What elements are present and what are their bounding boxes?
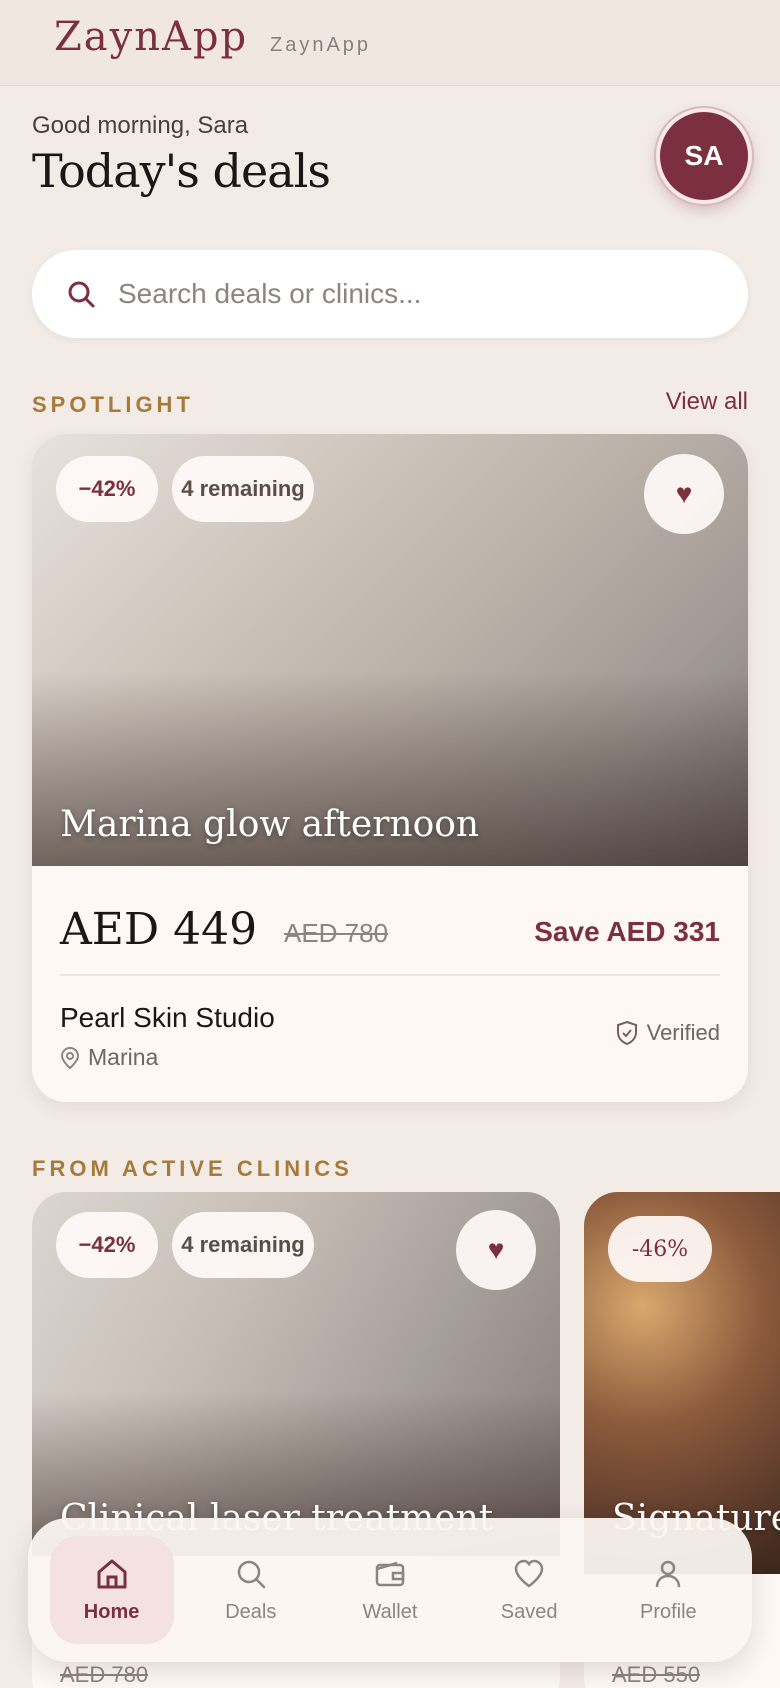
- shield-check-icon: [616, 1020, 637, 1046]
- remaining-badge: 4 remaining: [172, 456, 314, 522]
- active-clinics-label: FROM ACTIVE CLINICS: [32, 1156, 353, 1181]
- nav-label: Wallet: [362, 1600, 418, 1623]
- nav-label: Deals: [225, 1600, 277, 1623]
- bottom-navigation: Home Deals Wallet Saved Profile: [28, 1518, 752, 1662]
- avatar[interactable]: SA: [656, 108, 752, 204]
- verified-badge: Verified: [615, 1020, 720, 1046]
- heart-icon: ♥: [487, 1234, 505, 1265]
- nav-home[interactable]: Home: [49, 1536, 174, 1644]
- search-bar[interactable]: [32, 250, 748, 338]
- discount-badge: −42%: [56, 456, 158, 522]
- spotlight-label: SPOTLIGHT: [32, 392, 194, 417]
- spotlight-deal-card[interactable]: −42% 4 remaining ♥ Marina glow afternoon…: [32, 434, 748, 1102]
- nav-deals[interactable]: Deals: [189, 1536, 313, 1644]
- user-icon: [656, 1560, 681, 1587]
- brand-subtitle: ZaynApp: [270, 34, 372, 56]
- greeting-text: Good morning, Sara: [32, 112, 249, 139]
- nav-label: Home: [83, 1600, 140, 1623]
- page-title: Today's deals: [32, 144, 331, 198]
- nav-saved[interactable]: Saved: [467, 1536, 591, 1644]
- save-deal-button[interactable]: ♥: [456, 1210, 536, 1290]
- nav-label: Profile: [639, 1600, 697, 1623]
- heart-icon: [514, 1559, 544, 1588]
- clinic-name[interactable]: Pearl Skin Studio: [60, 1002, 275, 1034]
- location-pin-icon: [60, 1046, 80, 1069]
- heart-icon: ♥: [675, 478, 693, 509]
- wallet-icon: [375, 1561, 405, 1586]
- brand-logo: ZaynApp: [54, 14, 249, 60]
- search-icon: [68, 281, 95, 308]
- discount-badge: -46%: [608, 1216, 712, 1282]
- save-deal-button[interactable]: ♥: [644, 454, 724, 534]
- original-price: AED 780: [60, 1662, 149, 1687]
- savings-amount: Save AED 331: [534, 916, 720, 947]
- brand-bar: ZaynApp ZaynApp: [0, 0, 780, 86]
- nav-label: Saved: [500, 1600, 558, 1623]
- deal-price: AED 449: [60, 904, 258, 955]
- divider: [60, 974, 720, 976]
- view-all-link[interactable]: View all: [666, 388, 748, 416]
- original-price: AED 550: [612, 1662, 701, 1687]
- home-icon: [97, 1559, 127, 1588]
- remaining-badge: 4 remaining: [172, 1212, 314, 1278]
- original-price: AED 780: [284, 918, 389, 948]
- location: Marina: [60, 1044, 158, 1071]
- search-icon: [237, 1560, 266, 1588]
- search-input[interactable]: [118, 278, 698, 310]
- price-row: AED 449 AED 780 Save AED 331: [60, 904, 720, 964]
- discount-badge: −42%: [56, 1212, 158, 1278]
- nav-profile[interactable]: Profile: [606, 1536, 730, 1644]
- nav-wallet[interactable]: Wallet: [328, 1536, 452, 1644]
- verified-text: Verified: [646, 1020, 720, 1045]
- deal-title: Marina glow afternoon: [60, 804, 480, 845]
- location-text: Marina: [88, 1044, 159, 1070]
